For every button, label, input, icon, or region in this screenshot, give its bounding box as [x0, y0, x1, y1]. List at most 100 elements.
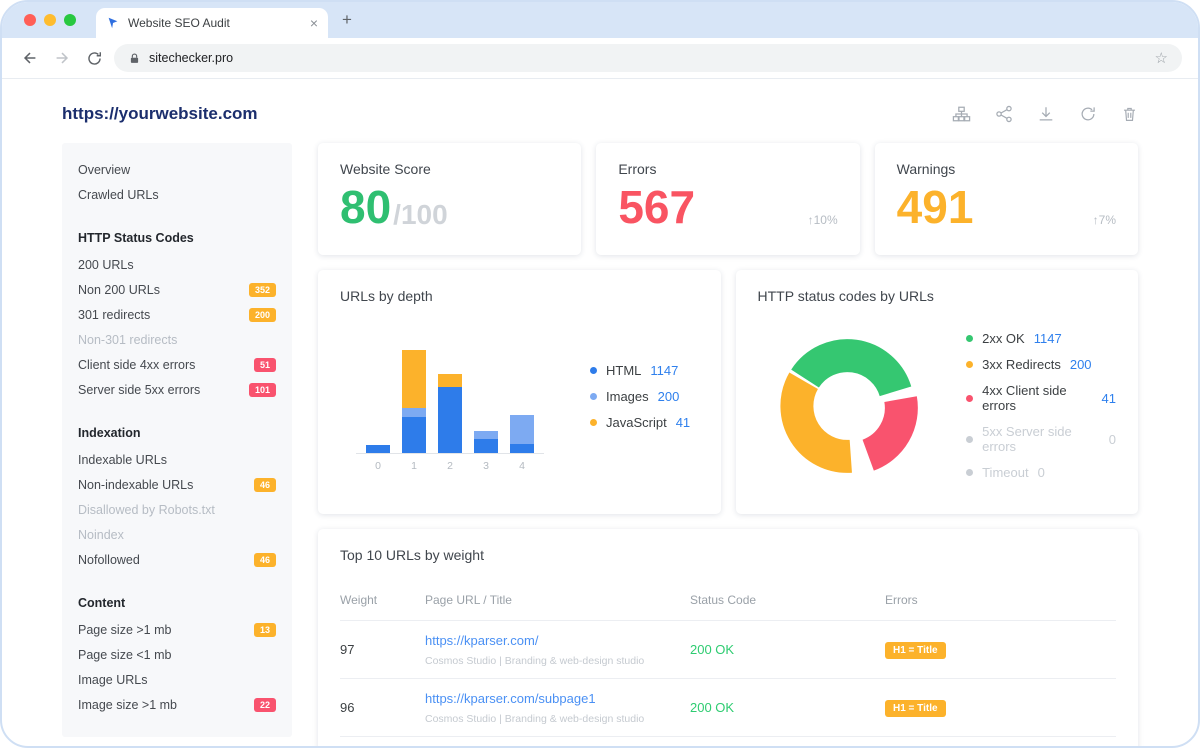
new-tab-button[interactable]: + — [342, 10, 352, 30]
minimize-window-button[interactable] — [44, 14, 56, 26]
sidebar-item[interactable]: 200 URLs — [78, 252, 276, 277]
legend-value: 200 — [1070, 357, 1092, 372]
browser-tab[interactable]: Website SEO Audit × — [96, 8, 328, 38]
legend-dot — [590, 393, 597, 400]
bar-chart-labels: 01234 — [356, 454, 544, 472]
page-title: https://yourwebsite.com — [62, 104, 258, 124]
sidebar-item[interactable]: Page size <1 mb — [78, 642, 276, 667]
bar-chart-title: URLs by depth — [340, 288, 699, 304]
table-body: 97https://kparser.com/Cosmos Studio | Br… — [340, 621, 1116, 737]
count-badge: 352 — [249, 283, 276, 297]
legend-dot — [966, 469, 973, 476]
legend-value: 1147 — [1034, 331, 1062, 346]
bar-legend: HTML1147Images200JavaScript41 — [590, 352, 690, 441]
url-cell: https://kparser.com/subpage1Cosmos Studi… — [425, 690, 690, 725]
legend-label: 4xx Client side errors — [982, 383, 1092, 413]
sidebar-item[interactable]: Page size >1 mb13 — [78, 617, 276, 642]
table-column-header: Page URL / Title — [425, 593, 690, 607]
sidebar-item[interactable]: Image size >1 mb22 — [78, 692, 276, 717]
browser-window: Website SEO Audit × + sitechecker.pro ☆ … — [0, 0, 1200, 748]
legend-item: Images200 — [590, 389, 690, 404]
bar-axis-label: 2 — [438, 460, 462, 472]
stat-trend: ↑7% — [1093, 213, 1116, 231]
delete-icon[interactable] — [1121, 105, 1138, 123]
close-window-button[interactable] — [24, 14, 36, 26]
sidebar-section: HTTP Status Codes 200 URLs Non 200 URLs352… — [78, 223, 276, 402]
sidebar-item[interactable]: Non-301 redirects — [78, 327, 276, 352]
sidebar-item[interactable]: Indexable URLs — [78, 447, 276, 472]
page-url-link[interactable]: https://kparser.com/subpage1 — [425, 691, 596, 706]
url-text: sitechecker.pro — [149, 51, 1147, 65]
reload-button[interactable] — [82, 46, 106, 70]
legend-item: 3xx Redirects 200 — [966, 357, 1116, 372]
legend-dot — [966, 395, 973, 402]
sidebar-section: OverviewCrawled URLs — [78, 157, 276, 207]
refresh-icon[interactable] — [1079, 105, 1097, 123]
sidebar-section-header: HTTP Status Codes — [78, 223, 276, 252]
table-row: 97https://kparser.com/Cosmos Studio | Br… — [340, 621, 1116, 679]
page-url-link[interactable]: https://kparser.com/ — [425, 633, 538, 648]
bar-chart-bars — [356, 346, 544, 454]
forward-button[interactable] — [50, 46, 74, 70]
bookmark-star-icon[interactable]: ☆ — [1155, 49, 1168, 67]
bar-segment-images — [510, 415, 534, 444]
bar-column — [474, 431, 498, 453]
donut-segment — [868, 399, 901, 455]
bar-axis-label: 3 — [474, 460, 498, 472]
bar-axis-label: 4 — [510, 460, 534, 472]
share-icon[interactable] — [995, 105, 1013, 123]
legend-item: 2xx OK1147 — [966, 331, 1116, 346]
sidebar-item-label: Image size >1 mb — [78, 698, 177, 712]
traffic-lights — [24, 14, 76, 26]
bar-segment-javascript — [402, 350, 426, 408]
sidebar-item[interactable]: Server side 5xx errors101 — [78, 377, 276, 402]
stat-card: Warnings491↑7% — [875, 143, 1138, 255]
page-header: https://yourwebsite.com — [54, 85, 1146, 143]
url-input[interactable]: sitechecker.pro ☆ — [114, 44, 1182, 72]
sidebar-item-label: Page size <1 mb — [78, 648, 171, 662]
bar-stack — [402, 350, 426, 453]
status-code-cell: 200 OK — [690, 700, 885, 715]
legend-label: 3xx Redirects — [982, 357, 1061, 372]
sidebar-item-label: Disallowed by Robots.txt — [78, 503, 215, 517]
lock-icon — [128, 52, 141, 65]
bar-segment-images — [402, 408, 426, 417]
maximize-window-button[interactable] — [64, 14, 76, 26]
sidebar-item[interactable]: Image URLs — [78, 667, 276, 692]
count-badge: 13 — [254, 623, 276, 637]
sidebar-item[interactable]: Client side 4xx errors51 — [78, 352, 276, 377]
sidebar-item[interactable]: Crawled URLs — [78, 182, 276, 207]
bar-column — [402, 350, 426, 453]
download-icon[interactable] — [1037, 105, 1055, 123]
charts-row: URLs by depth 01234 HTML1147Images200Jav… — [318, 270, 1138, 514]
back-button[interactable] — [18, 46, 42, 70]
donut-svg — [774, 327, 921, 485]
sidebar-item[interactable]: Non-indexable URLs46 — [78, 472, 276, 497]
sidebar-item[interactable]: Disallowed by Robots.txt — [78, 497, 276, 522]
stats-row: Website Score80/100Errors567↑10%Warnings… — [318, 143, 1138, 255]
stat-value-row: 491↑7% — [897, 183, 1116, 231]
bar-segment-images — [474, 431, 498, 439]
sidebar-item-label: 200 URLs — [78, 258, 134, 272]
error-badge: H1 = Title — [885, 700, 946, 717]
legend-dot — [590, 367, 597, 374]
table-column-header: Errors — [885, 593, 1116, 607]
sidebar-item-label: Image URLs — [78, 673, 147, 687]
tab-close-icon[interactable]: × — [310, 15, 318, 31]
stat-value: 80 — [340, 183, 391, 231]
stat-title: Errors — [618, 161, 837, 177]
bar-segment-html — [438, 387, 462, 453]
sidebar-item[interactable]: Noindex — [78, 522, 276, 547]
sidebar-item[interactable]: 301 redirects200 — [78, 302, 276, 327]
legend-label: Images — [606, 389, 649, 404]
errors-cell: H1 = Title — [885, 640, 1116, 659]
bar-column — [438, 374, 462, 453]
sidebar-item[interactable]: Nofollowed46 — [78, 547, 276, 572]
sidebar-item[interactable]: Overview — [78, 157, 276, 182]
legend-label: HTML — [606, 363, 641, 378]
count-badge: 101 — [249, 383, 276, 397]
sitemap-icon[interactable] — [952, 105, 971, 123]
main-layout: OverviewCrawled URLsHTTP Status Codes200… — [54, 143, 1146, 748]
bar-axis-label: 0 — [366, 460, 390, 472]
sidebar-item[interactable]: Non 200 URLs352 — [78, 277, 276, 302]
